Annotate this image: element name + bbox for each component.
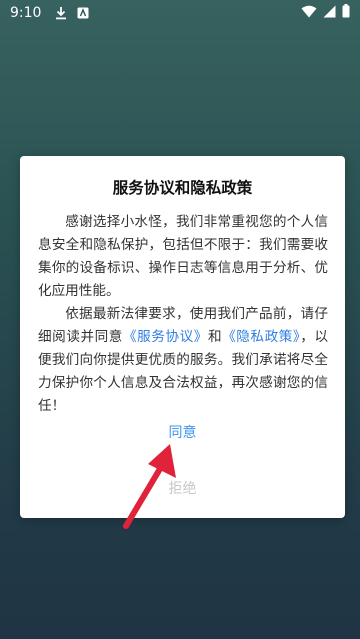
and-text: 和	[207, 329, 223, 345]
notification-icon	[77, 7, 89, 19]
dialog-paragraph-1: 感谢选择小水怪，我们非常重视您的个人信息安全和隐私保护，包括但不限于：我们需要收…	[38, 214, 328, 299]
signal-icon	[323, 5, 336, 22]
dialog-body: 感谢选择小水怪，我们非常重视您的个人信息安全和隐私保护，包括但不限于：我们需要收…	[38, 211, 328, 418]
pointer-arrow-icon	[123, 444, 176, 529]
service-agreement-link[interactable]: 《服务协议》	[123, 329, 208, 345]
status-right	[301, 4, 350, 22]
dialog-title: 服务协议和隐私政策	[112, 179, 253, 197]
wifi-icon	[301, 5, 317, 22]
battery-icon	[342, 4, 350, 22]
download-icon	[55, 6, 67, 20]
dialog-paragraph-2: 依据最新法律要求，使用我们产品前，请仔细阅读并同意《服务协议》和《隐私政策》，以…	[38, 303, 328, 418]
privacy-policy-link[interactable]: 《隐私政策》	[222, 329, 300, 345]
status-bar: 9:10	[0, 0, 360, 26]
status-time: 9:10	[10, 5, 42, 21]
agree-button[interactable]: 同意	[20, 422, 345, 442]
